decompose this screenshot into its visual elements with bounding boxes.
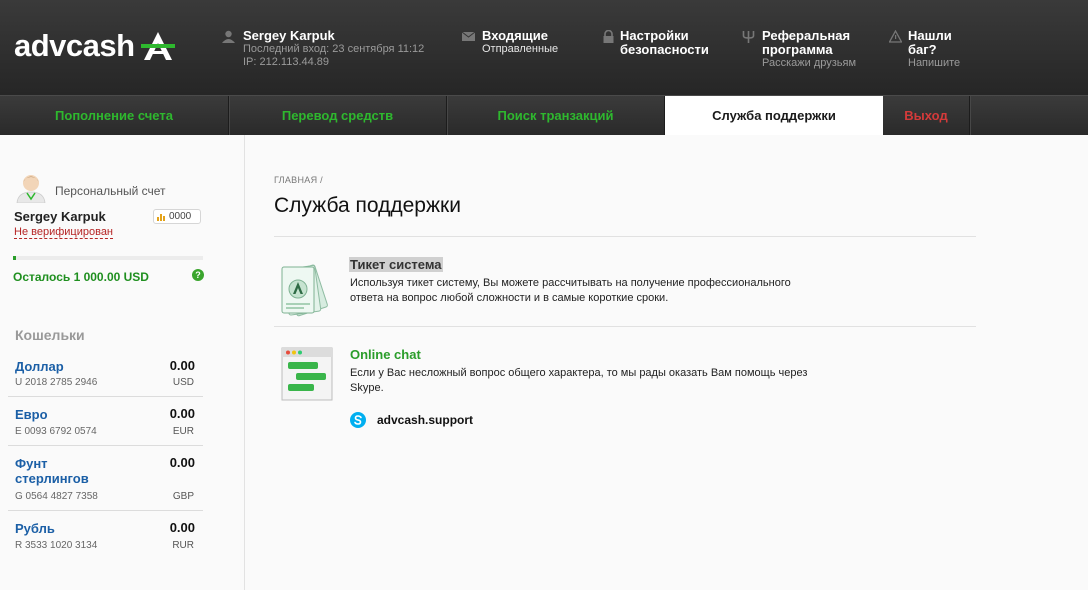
wallet-currency: GBP xyxy=(172,491,194,502)
bug-line1: Нашли xyxy=(908,28,952,43)
referral-link[interactable]: Реферальная программа Расскажи друзьям xyxy=(742,29,856,70)
sent-link[interactable]: Отправленные xyxy=(482,43,558,56)
avatar-icon xyxy=(16,175,46,203)
inbox-link[interactable]: Входящие Отправленные xyxy=(462,29,558,56)
ticket-desc-line2: ответа на вопрос любой сложности и в сам… xyxy=(350,292,669,304)
wallet-amount: 0.00 xyxy=(169,520,195,535)
wallet-name[interactable]: Доллар xyxy=(15,359,135,374)
divider xyxy=(274,236,976,237)
nav-deposit[interactable]: Пополнение счета xyxy=(0,96,229,135)
account-type-label: Персональный счет xyxy=(55,184,166,198)
account-holder-name: Sergey Karpuk xyxy=(14,209,106,224)
skype-contact[interactable]: advcash.support xyxy=(377,413,473,427)
wallet-item[interactable]: Доллар U 2018 2785 2946 0.00 USD xyxy=(8,357,203,397)
help-icon[interactable]: ? xyxy=(192,269,204,281)
envelope-icon xyxy=(462,31,475,41)
user-info[interactable]: Sergey Karpuk Последний вход: 23 сентябр… xyxy=(222,29,424,69)
limit-progress-fill xyxy=(13,256,16,260)
bar-chart-icon xyxy=(157,213,166,221)
wallet-number: R 3533 1020 3134 xyxy=(15,540,98,551)
ip-address: IP: 212.113.44.89 xyxy=(243,56,330,68)
wallet-name[interactable]: Евро xyxy=(15,407,135,422)
wallets-heading: Кошельки xyxy=(15,327,85,343)
ticket-icon[interactable] xyxy=(274,259,334,319)
top-header: advcash Sergey Karpuk Последний вход: 23… xyxy=(0,0,1088,95)
nav-logout[interactable]: Выход xyxy=(883,96,970,135)
wallet-number: E 0093 6792 0574 xyxy=(15,426,97,437)
warning-icon xyxy=(889,30,902,43)
wallet-name[interactable]: Рубль xyxy=(15,521,135,536)
wallet-name[interactable]: Фунт стерлингов xyxy=(15,456,110,486)
inbox-title[interactable]: Входящие xyxy=(482,29,558,43)
wallet-amount: 0.00 xyxy=(169,406,195,421)
rating-value: 0000 xyxy=(169,211,192,222)
chat-desc-line1: Если у Вас несложный вопрос общего харак… xyxy=(350,367,808,379)
wallet-amount: 0.00 xyxy=(169,358,195,373)
skype-icon[interactable] xyxy=(349,411,367,429)
chat-description: Если у Вас несложный вопрос общего харак… xyxy=(350,366,870,396)
wallet-currency: RUR xyxy=(172,540,194,551)
nav-support[interactable]: Служба поддержки xyxy=(665,96,883,135)
chat-window-icon[interactable] xyxy=(280,346,336,402)
page-title: Служба поддержки xyxy=(274,194,461,217)
wallet-item[interactable]: Рубль R 3533 1020 3134 0.00 RUR xyxy=(8,511,203,559)
rating-badge[interactable]: 0000 xyxy=(153,209,201,224)
ticket-desc-line1: Используя тикет систему, Вы можете рассч… xyxy=(350,277,791,289)
referral-sub: Расскажи друзьям xyxy=(762,57,857,69)
logo-a-icon xyxy=(140,32,175,60)
bug-report-link[interactable]: Нашли баг? Напишите xyxy=(889,29,960,70)
bug-sub: Напишите xyxy=(908,57,961,69)
logo[interactable]: advcash xyxy=(14,28,175,64)
ticket-system-link[interactable]: Тикет система xyxy=(349,257,443,272)
ticket-description: Используя тикет систему, Вы можете рассч… xyxy=(350,276,870,306)
referral-line2: программа xyxy=(762,42,833,57)
online-chat-link[interactable]: Online chat xyxy=(350,347,421,362)
wallet-currency: USD xyxy=(172,377,194,388)
user-name: Sergey Karpuk xyxy=(243,28,335,43)
bug-line2: баг? xyxy=(908,42,937,57)
security-line2: безопасности xyxy=(620,42,709,57)
divider xyxy=(274,326,976,327)
limit-progress-bar xyxy=(13,256,203,260)
main-nav: Пополнение счета Перевод средств Поиск т… xyxy=(0,95,1088,135)
breadcrumb[interactable]: ГЛАВНАЯ / xyxy=(274,175,323,185)
wallet-item[interactable]: Евро E 0093 6792 0574 0.00 EUR xyxy=(8,397,203,446)
security-line1: Настройки xyxy=(620,28,689,43)
limit-remaining: Осталось 1 000.00 USD xyxy=(13,270,149,284)
chat-desc-line2: Skype. xyxy=(350,382,384,394)
sidebar: Персональный счет Sergey Karpuk 0000 Не … xyxy=(0,135,245,590)
wallet-amount: 0.00 xyxy=(169,455,195,470)
nav-transaction-search[interactable]: Поиск транзакций xyxy=(447,96,665,135)
nav-transfer[interactable]: Перевод средств xyxy=(229,96,447,135)
wallet-number: G 0564 4827 7358 xyxy=(15,491,98,502)
verification-status[interactable]: Не верифицирован xyxy=(14,226,114,239)
lock-icon xyxy=(603,30,614,43)
wallet-item[interactable]: Фунт стерлингов G 0564 4827 7358 0.00 GB… xyxy=(8,446,203,511)
wallet-currency: EUR xyxy=(172,426,194,437)
referral-line1: Реферальная xyxy=(762,28,851,43)
logo-text: advcash xyxy=(14,28,135,63)
security-settings-link[interactable]: Настройки безопасности xyxy=(602,29,709,57)
trident-icon xyxy=(742,31,755,43)
last-login: Последний вход: 23 сентября 11:12 xyxy=(243,43,425,55)
wallet-number: U 2018 2785 2946 xyxy=(15,377,98,388)
user-icon xyxy=(222,30,235,43)
